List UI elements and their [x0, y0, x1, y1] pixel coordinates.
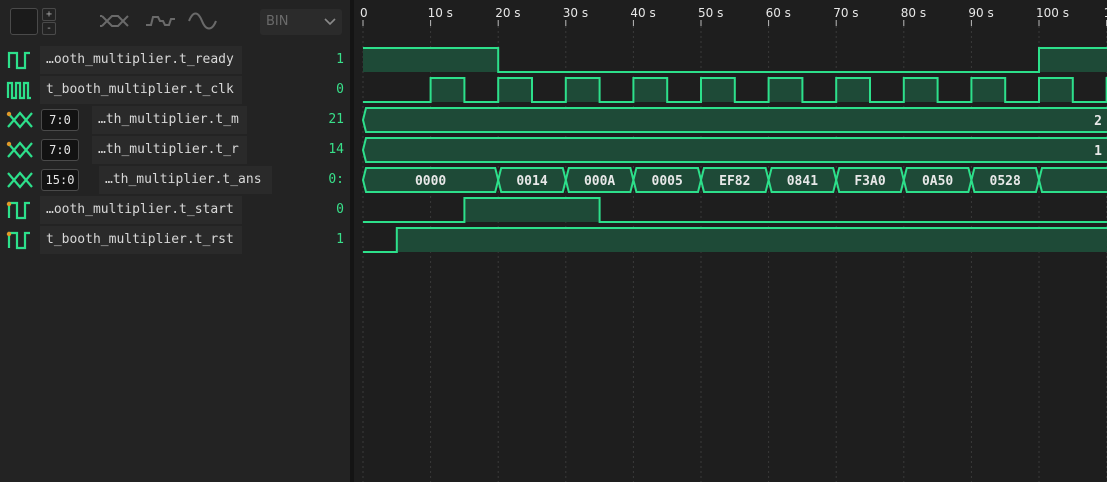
- high-region: [701, 78, 735, 102]
- bus-value-label: 1: [1094, 144, 1102, 159]
- time-tick-label: 20 s: [495, 6, 520, 20]
- analog-wave-icon[interactable]: [186, 9, 220, 33]
- waveform-canvas[interactable]: 0 10 s 20 s 30 s 40 s 50 s 60 s 70 s 80 s 90 s 100…: [354, 0, 1107, 482]
- signal-row-t-r[interactable]: 7:0 …th_multiplier.t_r 14: [0, 135, 350, 165]
- time-tick-label: 90 s: [968, 6, 993, 20]
- bus-icon[interactable]: [98, 9, 132, 33]
- toolbar: + - BIN: [0, 0, 350, 44]
- signal-value: 1: [336, 232, 344, 247]
- time-tick-label: 60 s: [766, 6, 791, 20]
- bus-signal-icon: [7, 171, 33, 189]
- high-region: [430, 78, 465, 102]
- high-region: [363, 48, 499, 72]
- bus-value-label: 0000: [415, 174, 446, 189]
- bus-segment: [361, 107, 1107, 133]
- signal-panel: + - BIN …ooth_multiplier.t_ready 1 t_boo…: [0, 0, 350, 482]
- signal-row-t-clk[interactable]: t_booth_multiplier.t_clk 0: [0, 75, 350, 105]
- bus-width-badge: 7:0: [41, 139, 79, 161]
- signal-name: …th_multiplier.t_r: [92, 136, 247, 164]
- waveform-viewer[interactable]: 0 10 s 20 s 30 s 40 s 50 s 60 s 70 s 80 s 90 s 100…: [354, 0, 1107, 482]
- zoom-in-button[interactable]: +: [42, 8, 56, 21]
- step-wave-icon[interactable]: [143, 9, 177, 33]
- signal-value: 1: [336, 52, 344, 67]
- time-tick-label: 40 s: [630, 6, 655, 20]
- bus-value-label: 000A: [584, 174, 615, 189]
- high-region: [903, 78, 938, 102]
- bit-signal-icon: [6, 231, 30, 250]
- signal-value: 0: [336, 82, 344, 97]
- bus-value-label: 0014: [516, 174, 547, 189]
- bit-signal-icon: [6, 201, 30, 220]
- time-tick-label: 70 s: [833, 6, 858, 20]
- signal-row-t-ready[interactable]: …ooth_multiplier.t_ready 1: [0, 45, 350, 75]
- modified-marker-icon: [6, 111, 12, 117]
- signal-row-t-start[interactable]: …ooth_multiplier.t_start 0: [0, 195, 350, 225]
- time-tick-label: 80 s: [901, 6, 926, 20]
- bus-value-label: F3A0: [854, 174, 885, 189]
- zoom-out-button[interactable]: -: [42, 22, 56, 35]
- signal-name: …th_multiplier.t_ans: [99, 166, 272, 194]
- bit-signal-icon: [7, 51, 30, 70]
- modified-marker-icon: [6, 231, 12, 237]
- bus-segment: [361, 137, 1107, 163]
- high-region: [633, 78, 668, 102]
- high-region: [498, 78, 532, 102]
- high-region: [971, 78, 1006, 102]
- high-region: [836, 78, 870, 102]
- modified-marker-icon: [6, 141, 12, 147]
- signal-value: 0: [336, 202, 344, 217]
- signal-value: 14: [328, 142, 344, 157]
- signal-name: t_booth_multiplier.t_rst: [40, 226, 242, 254]
- time-tick-label: 30 s: [563, 6, 588, 20]
- bus-value-label: 0A50: [922, 174, 953, 189]
- high-region: [1039, 48, 1107, 72]
- time-tick-label: 50 s: [698, 6, 723, 20]
- radix-select[interactable]: BIN: [260, 9, 342, 35]
- bus-signal-icon: [6, 141, 33, 159]
- time-tick-label: 100 s: [1036, 6, 1069, 20]
- high-region: [565, 78, 600, 102]
- chevron-down-icon: [324, 18, 336, 26]
- radix-select-label: BIN: [266, 14, 289, 29]
- signal-name: …ooth_multiplier.t_ready: [40, 46, 242, 74]
- high-region: [1039, 78, 1073, 102]
- bus-segment: [1037, 167, 1107, 193]
- signal-row-t-m[interactable]: 7:0 …th_multiplier.t_m 21: [0, 105, 350, 135]
- signal-name: …th_multiplier.t_m: [92, 106, 247, 134]
- high-region: [396, 228, 1107, 252]
- color-swatch-button[interactable]: [10, 8, 38, 35]
- time-tick-label: 0: [360, 6, 368, 20]
- bus-value-label: 0841: [787, 174, 818, 189]
- bus-value-label: EF82: [719, 174, 750, 189]
- bus-value-label: 2: [1094, 114, 1102, 129]
- time-tick-label: 110: [1104, 6, 1107, 20]
- clock-signal-icon: [6, 81, 31, 100]
- signal-name: …ooth_multiplier.t_start: [40, 196, 242, 224]
- signal-row-t-rst[interactable]: t_booth_multiplier.t_rst 1: [0, 225, 350, 255]
- bus-width-badge: 15:0: [41, 169, 79, 191]
- signal-value: 0:: [328, 172, 344, 187]
- bus-signal-icon: [6, 111, 33, 129]
- signal-name: t_booth_multiplier.t_clk: [40, 76, 242, 104]
- signal-value: 21: [328, 112, 344, 127]
- bus-value-label: 0528: [990, 174, 1021, 189]
- signal-row-t-ans[interactable]: 15:0 …th_multiplier.t_ans 0:: [0, 165, 350, 195]
- time-tick-label: 10 s: [428, 6, 453, 20]
- bus-width-badge: 7:0: [41, 109, 79, 131]
- modified-marker-icon: [6, 201, 12, 207]
- bus-value-label: 0005: [652, 174, 683, 189]
- high-region: [464, 198, 600, 222]
- high-region: [768, 78, 803, 102]
